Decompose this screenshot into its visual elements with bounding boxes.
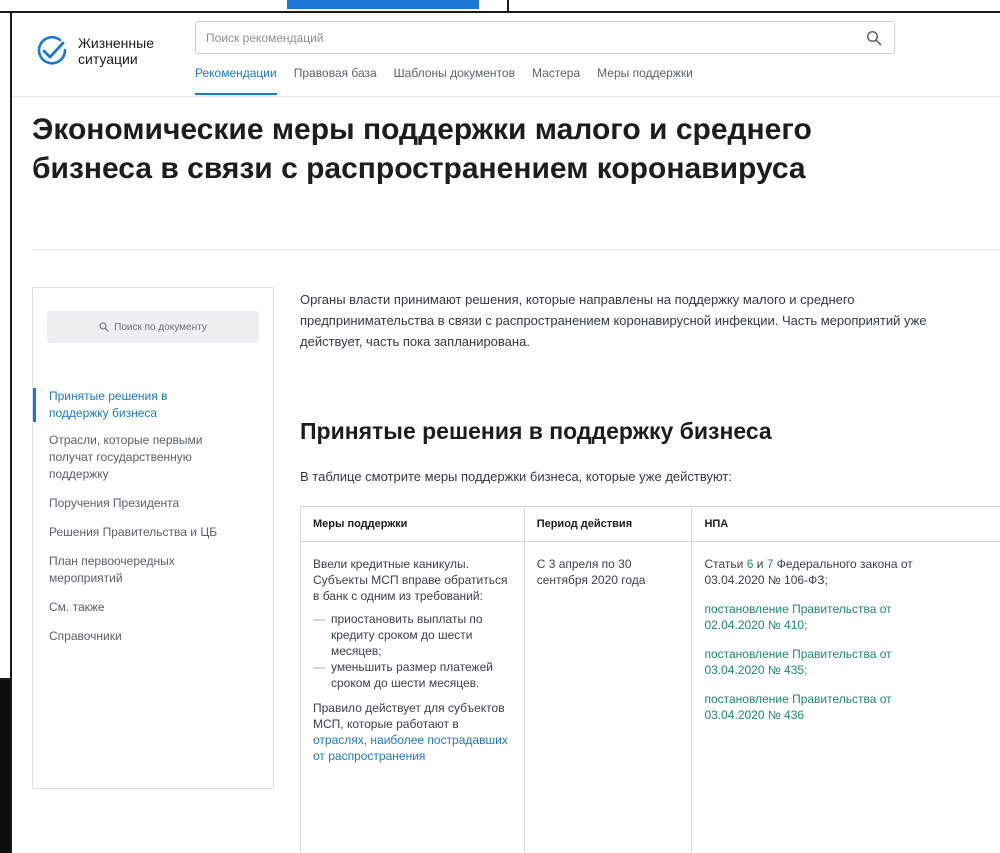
- nav-item-document-templates[interactable]: Шаблоны документов: [394, 66, 515, 95]
- document-search-button[interactable]: Поиск по документу: [47, 311, 259, 343]
- frame-bottom-rule: [0, 678, 12, 680]
- column-header-npa: НПА: [704, 518, 729, 530]
- article-6-link[interactable]: 6: [747, 557, 754, 571]
- page-title: Экономические меры поддержки малого и ср…: [32, 113, 812, 185]
- checkmark-circle-icon: [37, 35, 67, 65]
- sidebar-item-priority-plan[interactable]: План первоочередных мероприятий: [33, 553, 223, 587]
- measure-rule-text: Правило действует для субъектов МСП, кот…: [313, 701, 505, 731]
- table-header-row: Меры поддержки Период действия НПА: [301, 507, 1000, 542]
- nav-item-support-measures[interactable]: Меры поддержки: [597, 66, 693, 95]
- resolution-436-link[interactable]: постановление Правительства от 03.04.202…: [704, 691, 914, 723]
- npa-law-prefix: Статьи: [704, 557, 744, 571]
- search-icon: [99, 322, 109, 332]
- frame-left-border: [10, 12, 12, 853]
- section-title: Принятые решения в поддержку бизнеса: [300, 418, 772, 444]
- resolution-410-link[interactable]: постановление Правительства от 02.04.202…: [704, 601, 914, 633]
- logo-line2: ситуации: [78, 51, 138, 67]
- measure-intro: Ввели кредитные каникулы. Субъекты МСП в…: [313, 557, 508, 603]
- intro-paragraph: Органы власти принимают решения, которые…: [300, 292, 927, 349]
- main-nav: Рекомендации Правовая база Шаблоны докум…: [195, 66, 693, 95]
- nav-item-recommendations[interactable]: Рекомендации: [195, 66, 277, 95]
- site-logo[interactable]: Жизненные ситуации: [34, 33, 154, 69]
- npa-law-and: и: [756, 557, 764, 571]
- document-search-label: Поиск по документу: [114, 321, 207, 333]
- measure-cell: Ввели кредитные каникулы. Субъекты МСП в…: [301, 542, 525, 853]
- npa-cell: Статьи 6 и 7 Федерального закона от 03.0…: [692, 542, 1000, 853]
- column-header-period: Период действия: [525, 507, 693, 541]
- frame-backdrop: [0, 0, 240, 8]
- table-row: Ввели кредитные каникулы. Субъекты МСП в…: [301, 542, 1000, 853]
- support-measures-table: Меры поддержки Период действия НПА Ввели…: [300, 506, 1000, 853]
- period-text: С 3 апреля по 30 сентября 2020 года: [536, 557, 646, 587]
- table-caption: В таблице смотрите меры поддержки бизнес…: [300, 469, 733, 484]
- title-divider: [32, 249, 1000, 250]
- industries-link[interactable]: отраслях, наиболее пострадавших от распр…: [313, 733, 508, 763]
- sidebar-item-industries[interactable]: Отрасли, которые первыми получат государ…: [33, 432, 238, 483]
- document-sidebar: Поиск по документу Принятые решения в по…: [32, 287, 274, 789]
- search-icon[interactable]: [866, 30, 882, 46]
- sidebar-item-president-orders[interactable]: Поручения Президента: [33, 495, 273, 512]
- measure-options-list: приостановить выплаты по кредиту сроком …: [313, 611, 512, 691]
- site-header: Жизненные ситуации Рекомендации Правовая…: [12, 13, 1000, 97]
- nav-item-wizards[interactable]: Мастера: [532, 66, 580, 95]
- list-item: приостановить выплаты по кредиту сроком …: [313, 611, 512, 659]
- frame-blue-bar: [287, 0, 479, 9]
- sidebar-item-references[interactable]: Справочники: [33, 628, 273, 645]
- sidebar-item-adopted-decisions[interactable]: Принятые решения в поддержку бизнеса: [33, 388, 223, 422]
- logo-line1: Жизненные: [78, 35, 154, 51]
- frame-dark-panel: [0, 678, 10, 853]
- article-7-link[interactable]: 7: [767, 557, 774, 571]
- list-item: уменьшить размер платежей сроком до шест…: [313, 659, 512, 691]
- federal-law-reference: Статьи 6 и 7 Федерального закона от 03.0…: [704, 556, 954, 588]
- measure-rule: Правило действует для субъектов МСП, кот…: [313, 700, 512, 764]
- sidebar-item-government-decisions[interactable]: Решения Правительства и ЦБ: [33, 524, 273, 541]
- column-header-measures: Меры поддержки: [301, 507, 525, 541]
- search-input[interactable]: [196, 22, 836, 53]
- sidebar-toc: Принятые решения в поддержку бизнеса Отр…: [33, 388, 273, 657]
- period-cell: С 3 апреля по 30 сентября 2020 года: [525, 542, 693, 853]
- recommendations-search: [195, 21, 895, 54]
- logo-text: Жизненные ситуации: [78, 35, 154, 67]
- nav-item-legal-base[interactable]: Правовая база: [294, 66, 377, 95]
- resolution-435-link[interactable]: постановление Правительства от 03.04.202…: [704, 646, 914, 678]
- sidebar-item-see-also[interactable]: См. также: [33, 599, 273, 616]
